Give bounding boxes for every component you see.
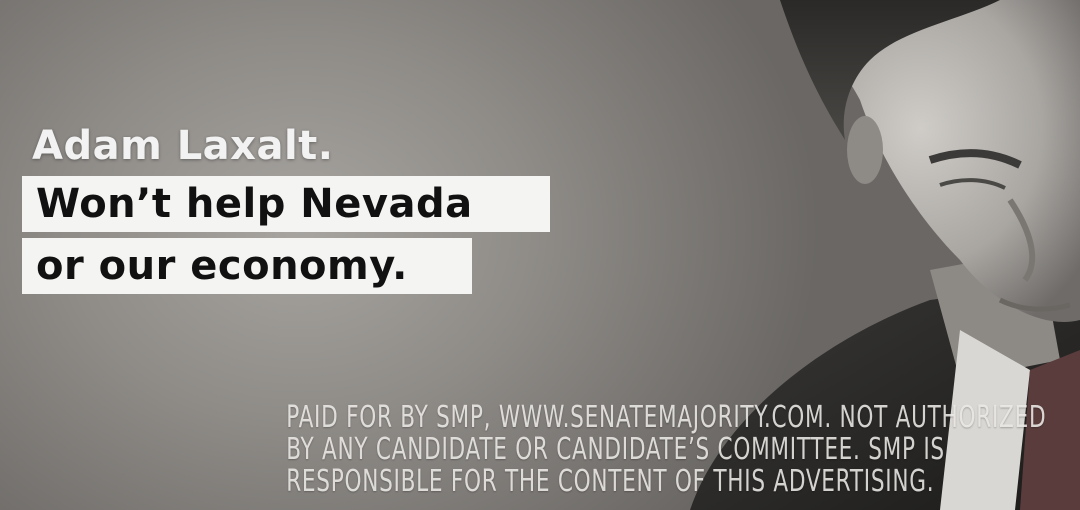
- disclaimer-line-1: PAID FOR BY SMP, WWW.SENATEMAJORITY.COM.…: [286, 400, 1047, 435]
- paid-for-disclaimer: PAID FOR BY SMP, WWW.SENATEMAJORITY.COM.…: [286, 400, 1047, 499]
- disclaimer-line-2: BY ANY CANDIDATE OR CANDIDATE’S COMMITTE…: [286, 432, 945, 467]
- ad-frame: Adam Laxalt. Won’t help Nevada or our ec…: [0, 0, 1080, 510]
- headline-block: Adam Laxalt. Won’t help Nevada or our ec…: [22, 122, 550, 294]
- candidate-name: Adam Laxalt.: [32, 123, 334, 169]
- headline-bar-2: or our economy.: [22, 238, 472, 294]
- headline-bar-1: Won’t help Nevada: [22, 176, 550, 232]
- disclaimer-line-3: RESPONSIBLE FOR THE CONTENT OF THIS ADVE…: [286, 464, 935, 499]
